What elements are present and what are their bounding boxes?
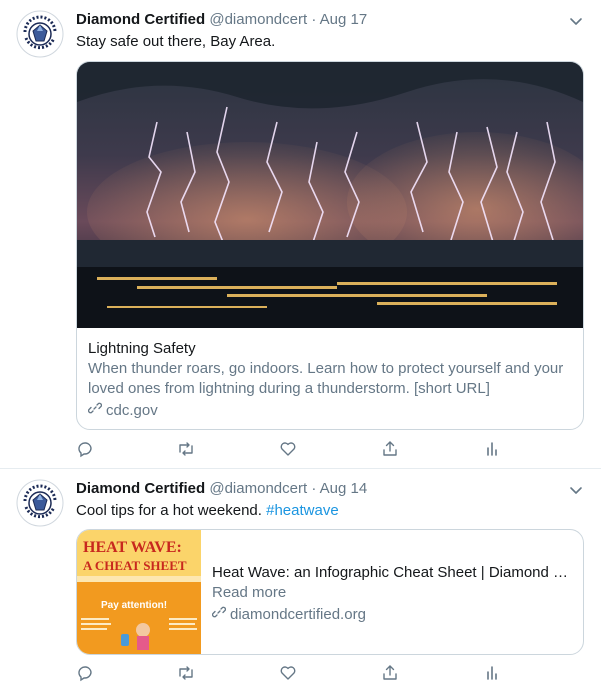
card-domain-text: cdc.gov xyxy=(106,402,158,419)
card-meta: Lightning Safety When thunder roars, go … xyxy=(87,339,571,421)
thumb-heading-2: A CHEAT SHEET xyxy=(83,558,187,573)
author-name[interactable]: Diamond Certified xyxy=(76,11,205,28)
author-handle[interactable]: @diamondcert xyxy=(209,480,307,497)
card-domain: diamondcertified.org xyxy=(211,605,571,625)
reply-icon[interactable] xyxy=(76,440,98,462)
tweet-date[interactable]: Aug 14 xyxy=(320,480,368,497)
like-icon[interactable] xyxy=(279,440,301,462)
reply-icon[interactable] xyxy=(76,664,98,686)
tweet-text-plain: Cool tips for a hot weekend. xyxy=(76,502,267,519)
card-domain: cdc.gov xyxy=(87,401,571,421)
separator: · xyxy=(311,11,317,28)
link-icon xyxy=(211,605,227,625)
tweet-actions xyxy=(76,440,506,462)
avatar[interactable] xyxy=(16,10,64,58)
analytics-icon[interactable] xyxy=(483,440,505,462)
avatar[interactable] xyxy=(16,479,64,527)
retweet-icon[interactable] xyxy=(177,440,199,462)
link-icon xyxy=(87,401,103,421)
tweet[interactable]: Diamond Certified @diamondcert · Aug 14 … xyxy=(0,469,601,692)
tweet-text: Cool tips for a hot weekend. #heatwave xyxy=(76,501,339,521)
card-description: Read more xyxy=(212,584,287,601)
author-name[interactable]: Diamond Certified xyxy=(76,480,205,497)
analytics-icon[interactable] xyxy=(483,664,505,686)
card-title: Heat Wave: an Infographic Cheat Sheet | … xyxy=(212,564,571,581)
chevron-down-icon[interactable] xyxy=(567,481,585,499)
card-title: Lightning Safety xyxy=(88,340,196,357)
retweet-icon[interactable] xyxy=(177,664,199,686)
link-card[interactable]: HEAT WAVE: A CHEAT SHEET Pay attention! … xyxy=(76,529,584,655)
tweet[interactable]: Diamond Certified @diamondcert · Aug 17 … xyxy=(0,0,601,469)
separator: · xyxy=(311,480,317,497)
hashtag-link[interactable]: #heatwave xyxy=(266,502,339,519)
like-icon[interactable] xyxy=(279,664,301,686)
chevron-down-icon[interactable] xyxy=(567,12,585,30)
tweet-text: Stay safe out there, Bay Area. xyxy=(76,33,276,50)
tweet-date[interactable]: Aug 17 xyxy=(320,11,368,28)
tweet-actions xyxy=(76,664,506,686)
card-domain-text: diamondcertified.org xyxy=(230,606,366,623)
tweet-header: Diamond Certified @diamondcert · Aug 17 xyxy=(76,10,367,30)
card-image-lightning xyxy=(77,62,583,328)
thumb-callout: Pay attention! xyxy=(101,600,167,611)
card-description: When thunder roars, go indoors. Learn ho… xyxy=(88,360,564,397)
share-icon[interactable] xyxy=(381,664,403,686)
card-thumbnail-heatwave: HEAT WAVE: A CHEAT SHEET Pay attention! xyxy=(77,530,201,654)
share-icon[interactable] xyxy=(381,440,403,462)
link-card[interactable]: Lightning Safety When thunder roars, go … xyxy=(76,61,584,430)
tweet-header: Diamond Certified @diamondcert · Aug 14 xyxy=(76,479,367,499)
thumb-heading-1: HEAT WAVE: xyxy=(83,539,182,556)
card-meta: Heat Wave: an Infographic Cheat Sheet | … xyxy=(211,563,571,625)
author-handle[interactable]: @diamondcert xyxy=(209,11,307,28)
